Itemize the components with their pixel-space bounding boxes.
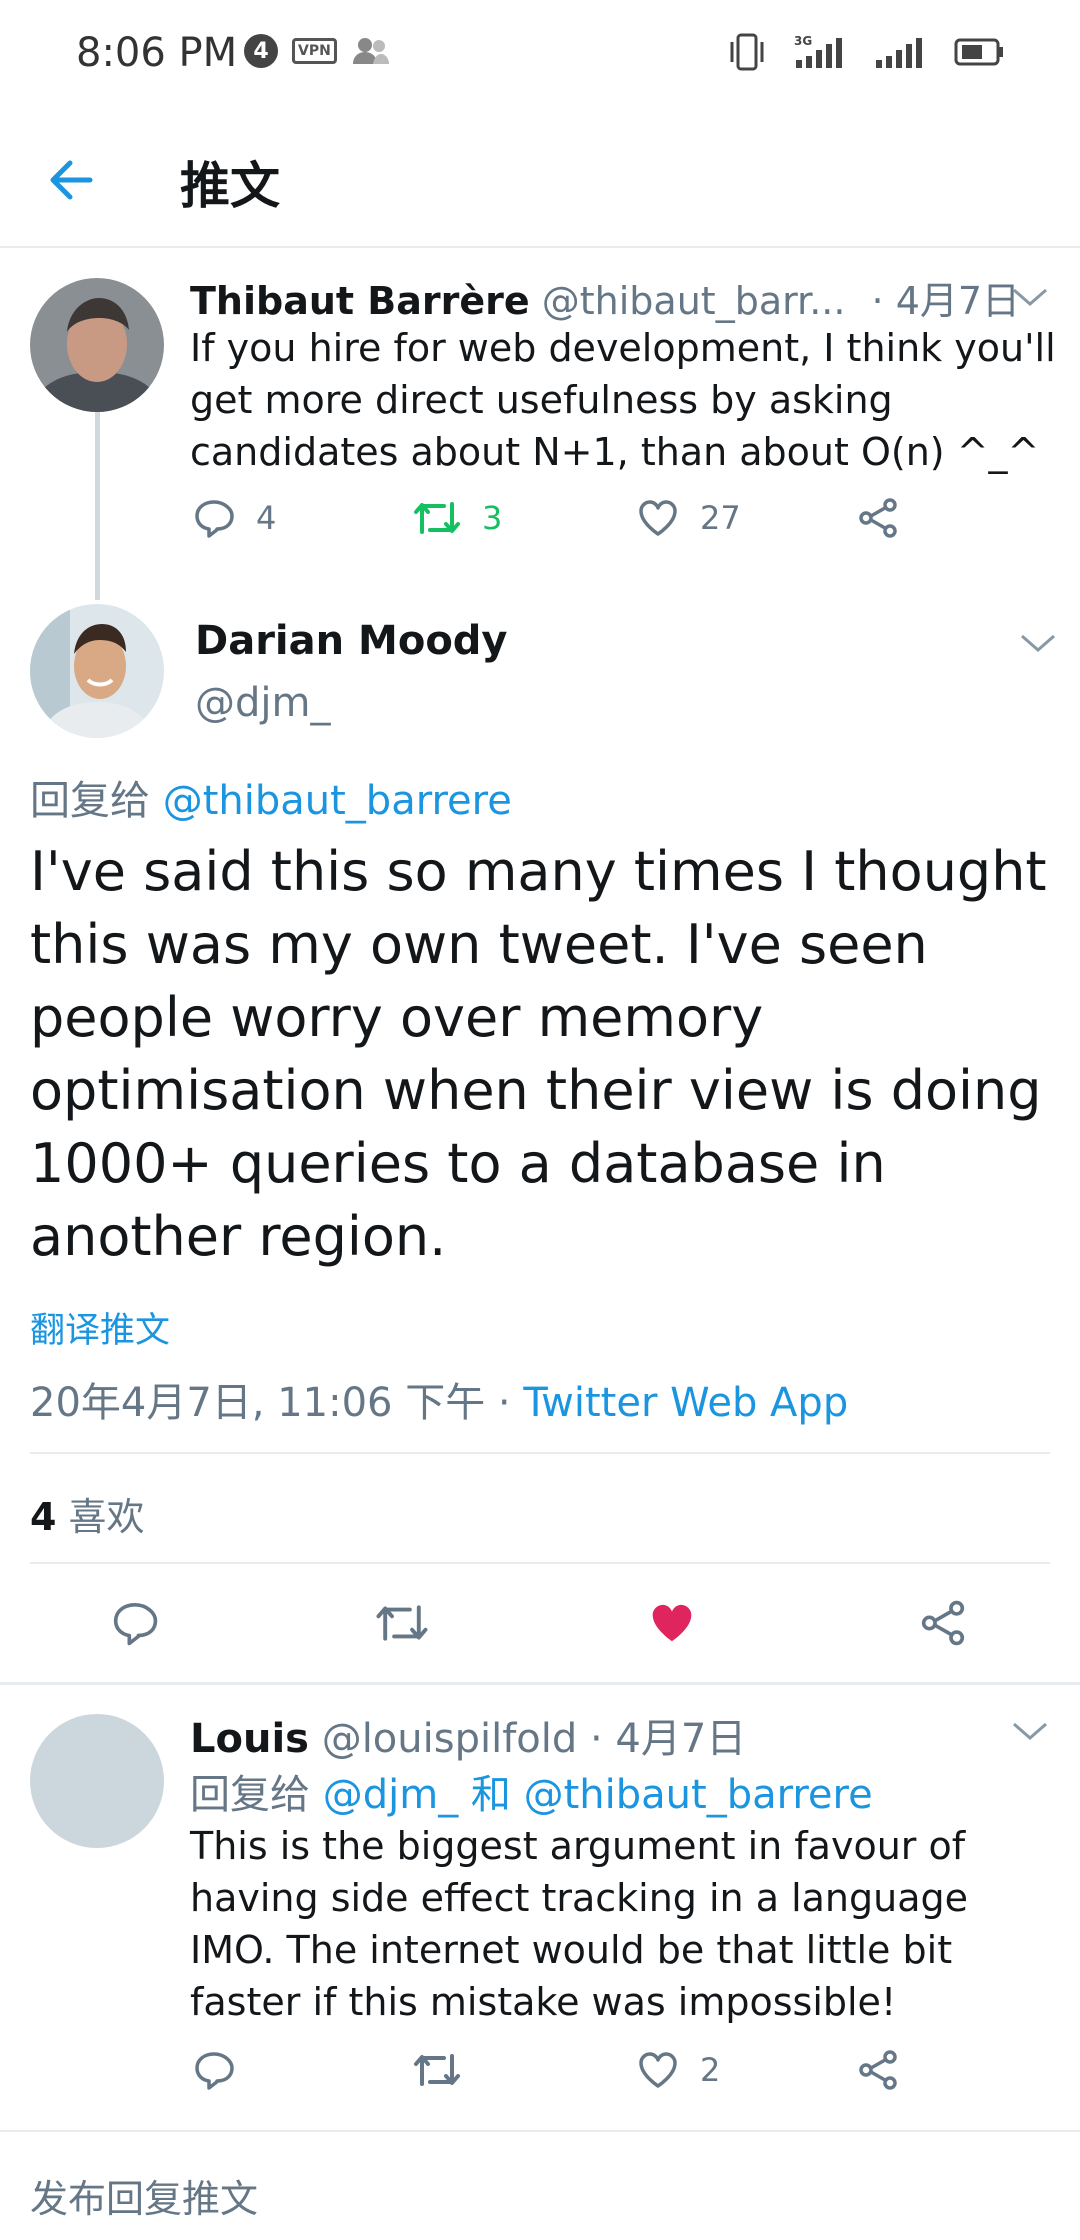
contacts-icon — [352, 38, 389, 64]
compose-bar: 发布回复推文 — [0, 2130, 1080, 2240]
reply-icon[interactable] — [110, 1598, 160, 1648]
vpn-icon: VPN — [292, 38, 337, 64]
reply-to-line: 回复给 @djm_ 和 @thibaut_barrere — [190, 1762, 873, 1820]
like-button[interactable]: 27 — [636, 496, 741, 540]
status-left-icons: 4 VPN — [244, 34, 391, 68]
avatar[interactable] — [30, 604, 164, 738]
share-icon — [859, 498, 897, 538]
share-icon[interactable] — [918, 1598, 968, 1648]
retweet-icon[interactable] — [374, 1598, 430, 1648]
avatar[interactable] — [30, 1714, 164, 1848]
tweet-source-link[interactable]: Twitter Web App — [523, 1380, 848, 1426]
chevron-down-icon[interactable] — [1008, 1716, 1052, 1746]
divider — [30, 1452, 1050, 1454]
reply-icon — [195, 2052, 234, 2090]
author-name[interactable]: Thibaut Barrère — [190, 279, 530, 323]
page-title: 推文 — [180, 157, 280, 215]
chevron-down-icon[interactable] — [1008, 282, 1052, 312]
signal-3g-icon: 3G — [794, 34, 842, 68]
status-time: 8:06 PM — [76, 30, 238, 76]
reply-button[interactable] — [192, 2048, 236, 2092]
heart-filled-icon[interactable] — [646, 1598, 698, 1648]
tweet-meta: 20年4月7日, 11:06 下午 · Twitter Web App — [30, 1370, 848, 1428]
back-arrow-icon[interactable] — [42, 150, 102, 210]
retweet-icon — [414, 502, 460, 534]
mention-link[interactable]: @djm_ — [323, 1772, 458, 1818]
like-count: 27 — [700, 499, 741, 537]
likes-count: 4 — [30, 1495, 57, 1539]
reply-prefix: 回复给 — [190, 1772, 310, 1818]
tweet-actions: 4 3 27 — [0, 496, 1080, 556]
tweet-actions: 2 — [0, 2048, 1080, 2108]
like-count: 2 — [700, 2051, 721, 2089]
status-bar: 8:06 PM 4 VPN 3G — [0, 0, 1080, 110]
author-handle[interactable]: @djm_ — [195, 680, 330, 726]
like-button[interactable]: 2 — [636, 2048, 720, 2092]
author-handle[interactable]: @louispilfold — [322, 1716, 578, 1762]
share-button[interactable] — [856, 496, 900, 540]
retweet-button[interactable] — [412, 2048, 462, 2092]
reply-icon — [195, 500, 234, 538]
tweet-text: If you hire for web development, I think… — [190, 326, 1056, 474]
share-button[interactable] — [856, 2048, 900, 2092]
retweet-icon — [414, 2054, 460, 2086]
tweet-header: Thibaut Barrère @thibaut_barr... · 4月7日 — [190, 270, 1020, 325]
heart-icon — [639, 500, 677, 536]
tweet-timestamp: 20年4月7日, 11:06 下午 · — [30, 1380, 524, 1426]
likes-summary[interactable]: 4 喜欢 — [30, 1486, 145, 1541]
tweet-text: This is the biggest argument in favour o… — [190, 1824, 968, 2024]
chevron-down-icon[interactable] — [1016, 628, 1060, 658]
app-bar: 推文 — [0, 110, 1080, 248]
reply-prefix: 回复给 — [30, 778, 150, 824]
tweet-date: · 4月7日 — [871, 279, 1021, 323]
translate-link[interactable]: 翻译推文 — [30, 1302, 170, 1353]
share-icon — [859, 2050, 897, 2090]
signal-2-icon — [876, 38, 922, 68]
reply-count: 4 — [256, 499, 277, 537]
divider — [30, 1562, 1050, 1564]
reply-button[interactable]: 4 — [192, 496, 276, 540]
mention-link[interactable]: @thibaut_barrere — [163, 778, 512, 824]
svg-text:3G: 3G — [794, 34, 812, 48]
mention-link[interactable]: @thibaut_barrere — [524, 1772, 873, 1818]
reply-compose-input[interactable]: 发布回复推文 — [30, 2168, 258, 2223]
reply-to-line: 回复给 @thibaut_barrere — [30, 768, 512, 826]
tweet-header: Louis @louispilfold · 4月7日 — [190, 1706, 746, 1764]
author-handle[interactable]: @thibaut_barr... — [542, 279, 846, 323]
battery-icon — [954, 38, 1003, 66]
author-name[interactable]: Louis — [190, 1716, 309, 1762]
retweet-button[interactable]: 3 — [412, 496, 502, 540]
reply-and: 和 — [470, 1772, 511, 1818]
tweet-text: I've said this so many times I thought t… — [30, 840, 1047, 1268]
notification-count-icon: 4 — [244, 34, 278, 68]
retweet-count: 3 — [482, 499, 503, 537]
avatar[interactable] — [30, 278, 164, 412]
vibrate-icon — [730, 33, 764, 71]
heart-icon — [639, 2052, 677, 2088]
tweet-date: · 4月7日 — [589, 1716, 747, 1762]
status-right-icons: 3G — [728, 32, 1004, 72]
divider — [0, 1682, 1080, 1685]
likes-label: 喜欢 — [68, 1495, 145, 1539]
author-name[interactable]: Darian Moody — [195, 618, 508, 664]
